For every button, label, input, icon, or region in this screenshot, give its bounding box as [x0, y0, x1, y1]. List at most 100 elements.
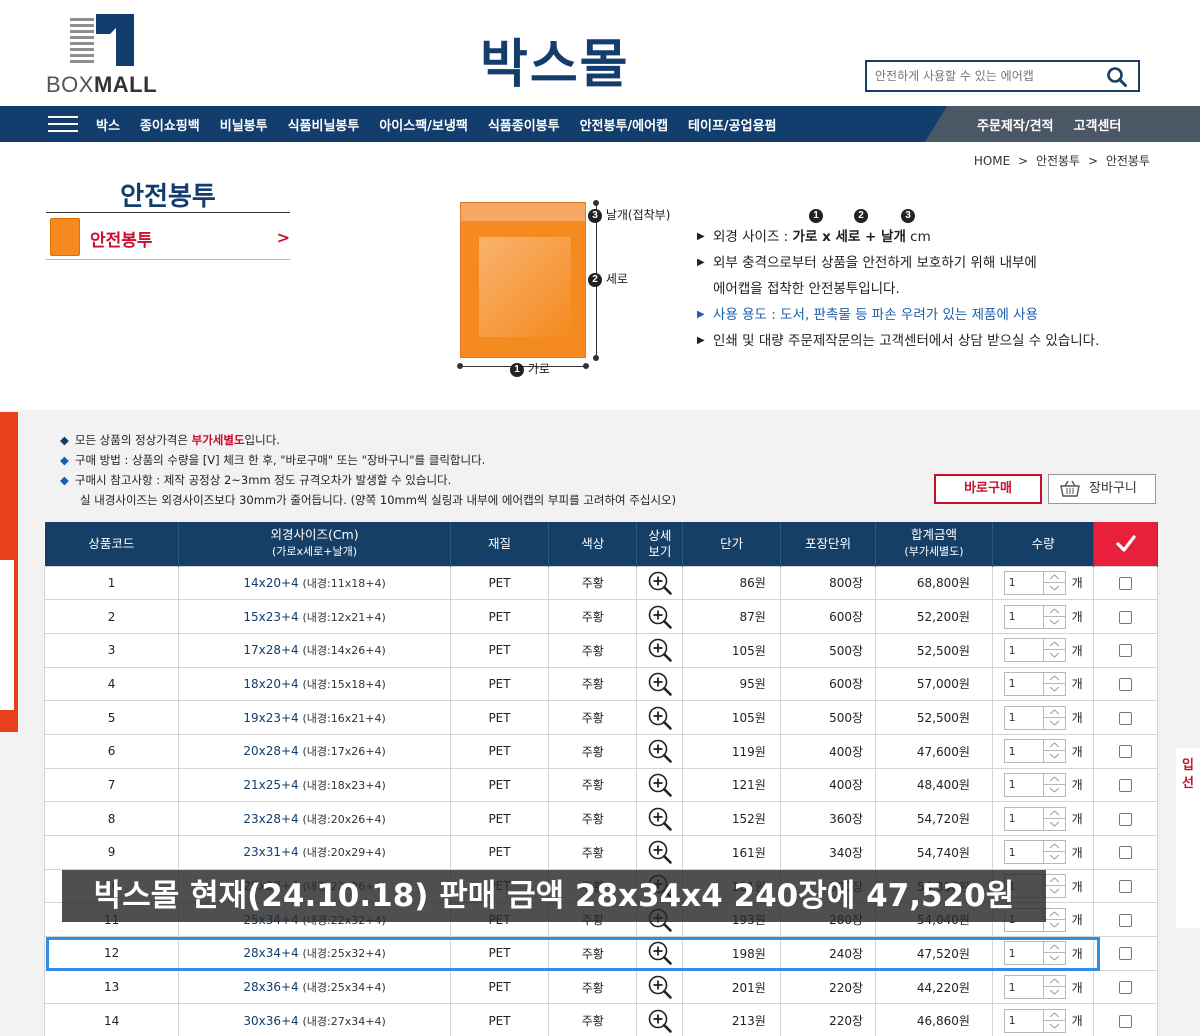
- zoom-plus-icon[interactable]: [647, 705, 673, 731]
- cell-size[interactable]: 28x36+4 (내경:25x34+4): [178, 969, 451, 1005]
- spin-up-icon[interactable]: [1043, 707, 1065, 718]
- spin-up-icon[interactable]: [1043, 673, 1065, 684]
- spin-up-icon[interactable]: [1043, 606, 1065, 617]
- zoom-plus-icon[interactable]: [647, 671, 673, 697]
- search-box[interactable]: [865, 60, 1140, 92]
- row-checkbox[interactable]: [1119, 610, 1133, 624]
- zoom-plus-icon[interactable]: [647, 940, 673, 966]
- spin-up-icon[interactable]: [1043, 875, 1065, 887]
- nav-item-ice-pack[interactable]: 아이스팩/보냉팩: [379, 115, 467, 134]
- quantity-input[interactable]: [1008, 845, 1043, 860]
- quantity-input[interactable]: [1008, 643, 1043, 658]
- spin-up-icon[interactable]: [1043, 808, 1065, 819]
- spin-up-icon[interactable]: [1043, 841, 1065, 853]
- search-icon[interactable]: [1106, 66, 1128, 88]
- add-to-cart-button[interactable]: 장바구니: [1048, 474, 1156, 504]
- cell-size[interactable]: 15x23+4 (내경:12x21+4): [178, 599, 451, 634]
- quantity-spin[interactable]: [1042, 605, 1065, 628]
- right-side-banner[interactable]: 입 선: [1176, 748, 1200, 928]
- row-checkbox[interactable]: [1119, 880, 1133, 894]
- cell-size[interactable]: 21x25+4 (내경:18x23+4): [178, 767, 451, 803]
- row-checkbox[interactable]: [1119, 677, 1133, 691]
- zoom-plus-icon[interactable]: [647, 839, 673, 865]
- quantity-stepper[interactable]: [1003, 772, 1066, 797]
- nav-item-custom-order[interactable]: 주문제작/견적: [977, 115, 1054, 134]
- quantity-input[interactable]: [1008, 575, 1043, 590]
- cell-size[interactable]: 20x28+4 (내경:17x26+4): [178, 733, 451, 769]
- cell-size[interactable]: 17x28+4 (내경:14x26+4): [178, 632, 451, 668]
- category-item-safety-bag[interactable]: 안전봉투 >: [46, 214, 290, 260]
- row-checkbox[interactable]: [1119, 1014, 1133, 1028]
- row-checkbox[interactable]: [1119, 711, 1133, 725]
- search-input[interactable]: [875, 67, 1095, 85]
- quantity-input[interactable]: [1008, 710, 1043, 725]
- cell-size[interactable]: 23x28+4 (내경:20x26+4): [178, 801, 451, 836]
- spin-down-icon[interactable]: [1044, 819, 1065, 830]
- spin-up-icon[interactable]: [1043, 572, 1065, 583]
- breadcrumb-home[interactable]: HOME: [974, 154, 1010, 168]
- spin-up-icon[interactable]: [1043, 774, 1065, 785]
- quantity-input[interactable]: [1008, 980, 1043, 995]
- row-checkbox[interactable]: [1119, 778, 1133, 792]
- quantity-stepper[interactable]: [1003, 840, 1066, 865]
- spin-up-icon[interactable]: [1043, 1010, 1065, 1021]
- cell-size[interactable]: 14x20+4 (내경:11x18+4): [178, 565, 451, 601]
- row-checkbox[interactable]: [1119, 947, 1133, 961]
- quantity-stepper[interactable]: [1003, 705, 1066, 730]
- nav-item-customer-center[interactable]: 고객센터: [1074, 115, 1122, 134]
- spin-down-icon[interactable]: [1044, 920, 1065, 931]
- quantity-input[interactable]: [1008, 1013, 1043, 1028]
- spin-down-icon[interactable]: [1044, 718, 1065, 729]
- spin-down-icon[interactable]: [1044, 852, 1065, 863]
- nav-item-box[interactable]: 박스: [96, 115, 120, 134]
- row-checkbox[interactable]: [1119, 846, 1133, 860]
- spin-down-icon[interactable]: [1044, 886, 1065, 897]
- spin-down-icon[interactable]: [1044, 953, 1065, 964]
- row-checkbox[interactable]: [1119, 981, 1133, 995]
- quantity-spin[interactable]: [1042, 571, 1065, 594]
- quantity-stepper[interactable]: [1003, 570, 1066, 595]
- quantity-stepper[interactable]: [1003, 975, 1066, 1000]
- cell-size[interactable]: 23x31+4 (내경:20x29+4): [178, 835, 451, 870]
- spin-up-icon[interactable]: [1043, 639, 1065, 651]
- spin-down-icon[interactable]: [1044, 987, 1065, 998]
- quantity-spin[interactable]: [1042, 976, 1065, 999]
- nav-item-food-paper[interactable]: 식품종이봉투: [488, 115, 560, 134]
- nav-item-food-vinyl[interactable]: 식품비닐봉투: [288, 115, 360, 134]
- spin-up-icon[interactable]: [1043, 740, 1065, 752]
- row-checkbox[interactable]: [1119, 745, 1133, 759]
- quantity-input[interactable]: [1008, 609, 1043, 624]
- quantity-stepper[interactable]: [1003, 806, 1066, 831]
- spin-up-icon[interactable]: [1043, 909, 1065, 920]
- quantity-spin[interactable]: [1042, 672, 1065, 695]
- row-checkbox[interactable]: [1119, 644, 1133, 658]
- quantity-stepper[interactable]: [1003, 739, 1066, 764]
- cell-size[interactable]: 30x36+4 (내경:27x34+4): [178, 1003, 451, 1036]
- row-checkbox[interactable]: [1119, 576, 1133, 590]
- quantity-input[interactable]: [1008, 946, 1043, 961]
- zoom-plus-icon[interactable]: [647, 637, 673, 663]
- buy-now-button[interactable]: 바로구매: [934, 474, 1042, 504]
- zoom-plus-icon[interactable]: [647, 772, 673, 798]
- zoom-plus-icon[interactable]: [647, 604, 673, 630]
- row-checkbox[interactable]: [1119, 913, 1133, 927]
- quantity-spin[interactable]: [1042, 706, 1065, 729]
- quantity-spin[interactable]: [1042, 841, 1065, 864]
- quantity-spin[interactable]: [1042, 1009, 1065, 1032]
- zoom-plus-icon[interactable]: [647, 1008, 673, 1034]
- boxmall-logo[interactable]: BOXMALL: [46, 14, 162, 97]
- quantity-input[interactable]: [1008, 744, 1043, 759]
- col-select-all[interactable]: [1093, 522, 1158, 566]
- cell-size[interactable]: 28x34+4 (내경:25x32+4): [178, 936, 451, 971]
- zoom-plus-icon[interactable]: [647, 570, 673, 596]
- spin-up-icon[interactable]: [1043, 942, 1065, 954]
- quantity-input[interactable]: [1008, 811, 1043, 826]
- nav-item-safety-bag[interactable]: 안전봉투/에어캡: [580, 115, 668, 134]
- quantity-stepper[interactable]: [1003, 638, 1066, 663]
- quantity-spin[interactable]: [1042, 740, 1065, 763]
- zoom-plus-icon[interactable]: [647, 806, 673, 832]
- quantity-input[interactable]: [1008, 777, 1043, 792]
- quantity-spin[interactable]: [1042, 807, 1065, 830]
- spin-down-icon[interactable]: [1044, 785, 1065, 796]
- spin-down-icon[interactable]: [1044, 617, 1065, 628]
